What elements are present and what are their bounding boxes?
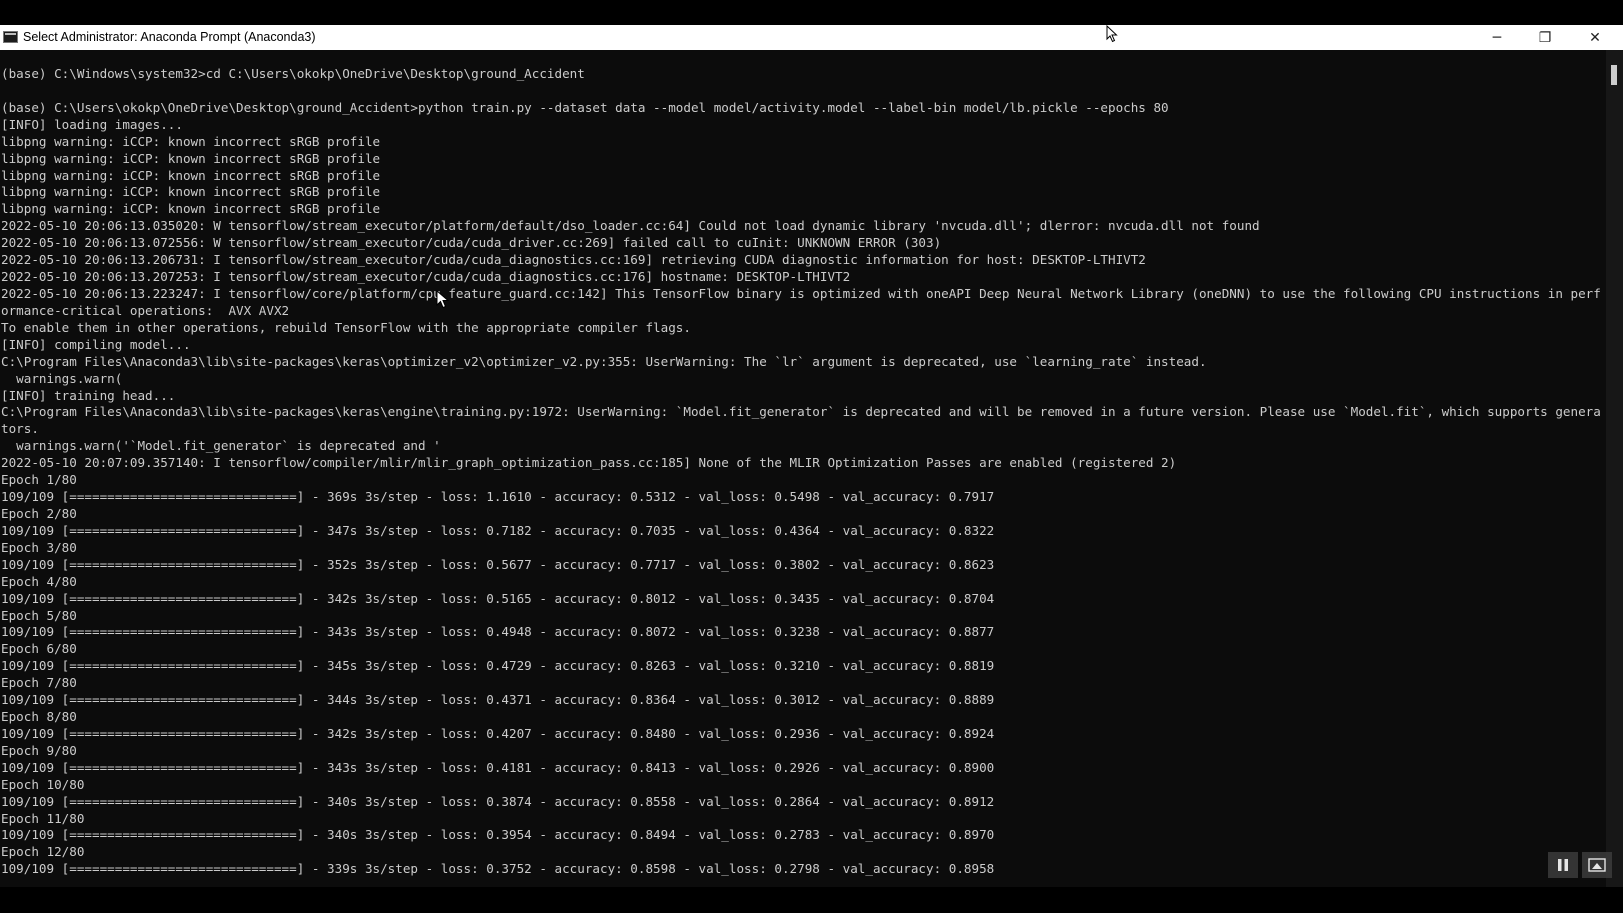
console-line: libpng warning: iCCP: known incorrect sR…	[1, 184, 381, 200]
console-line: 2022-05-10 20:06:13.072556: W tensorflow…	[1, 235, 942, 251]
mouse-cursor-icon	[1106, 25, 1118, 43]
top-letterbox	[0, 0, 1623, 25]
console-line: Epoch 10/80	[1, 776, 85, 792]
console-line: 109/109 [==============================]…	[1, 692, 995, 708]
console-line: Epoch 7/80	[1, 675, 77, 691]
anaconda-prompt-window: Select Administrator: Anaconda Prompt (A…	[0, 25, 1623, 887]
screen-button[interactable]	[1582, 852, 1612, 878]
console-line: 109/109 [==============================]…	[1, 658, 995, 674]
scrollbar-thumb[interactable]	[1611, 65, 1617, 85]
mouse-cursor-icon	[436, 290, 450, 309]
console-line: Epoch 11/80	[1, 810, 85, 826]
console-line: 109/109 [==============================]…	[1, 489, 995, 505]
console-line: 2022-05-10 20:06:13.035020: W tensorflow…	[1, 218, 1260, 234]
console-line: 109/109 [==============================]…	[1, 556, 995, 572]
console-line: Epoch 5/80	[1, 607, 77, 623]
console-line: libpng warning: iCCP: known incorrect sR…	[1, 133, 381, 149]
console-line: 109/109 [==============================]…	[1, 793, 995, 809]
console-line: To enable them in other operations, rebu…	[1, 319, 691, 335]
console-line: Epoch 1/80	[1, 472, 77, 488]
console-line: libpng warning: iCCP: known incorrect sR…	[1, 201, 381, 217]
console-line: [INFO] loading images...	[1, 116, 183, 132]
console-line: 109/109 [==============================]…	[1, 827, 995, 843]
console-line: Epoch 4/80	[1, 573, 77, 589]
vertical-scrollbar[interactable]	[1606, 50, 1623, 887]
console-line: Epoch 2/80	[1, 505, 77, 521]
console-text: (base) C:\Windows\system32>cd C:\Users\o…	[1, 66, 1601, 878]
pause-icon	[1558, 859, 1568, 871]
console-line: (base) C:\Windows\system32>cd C:\Users\o…	[1, 66, 585, 81]
bottom-letterbox	[0, 887, 1623, 913]
console-line: C:\Program Files\Anaconda3\lib\site-pack…	[1, 353, 1207, 369]
console-line: [INFO] training head...	[1, 387, 176, 403]
console-line: 2022-05-10 20:06:13.206731: I tensorflow…	[1, 252, 1146, 268]
console-line: libpng warning: iCCP: known incorrect sR…	[1, 150, 381, 166]
close-button[interactable]: ✕	[1572, 25, 1618, 50]
console-line: (base) C:\Users\okokp\OneDrive\Desktop\g…	[1, 99, 1169, 115]
console-line: Epoch 3/80	[1, 539, 77, 555]
console-line: 2022-05-10 20:06:13.223247: I tensorflow…	[1, 285, 1601, 301]
console-line: Epoch 9/80	[1, 742, 77, 758]
console-line: Epoch 8/80	[1, 709, 77, 725]
console-line: 109/109 [==============================]…	[1, 522, 995, 538]
console-line: tors.	[1, 421, 39, 437]
console-line: 2022-05-10 20:06:13.207253: I tensorflow…	[1, 269, 851, 285]
console-line: warnings.warn(	[1, 370, 123, 386]
console-line: ormance-critical operations: AVX AVX2	[1, 302, 290, 318]
console-line: 109/109 [==============================]…	[1, 759, 995, 775]
console-line: 109/109 [==============================]…	[1, 590, 995, 606]
console-line: Epoch 6/80	[1, 641, 77, 657]
console-line: 109/109 [==============================]…	[1, 624, 995, 640]
console-icon	[3, 31, 18, 43]
pause-button[interactable]	[1548, 852, 1578, 878]
maximize-button[interactable]: ❐	[1522, 25, 1568, 50]
console-line: warnings.warn('`Model.fit_generator` is …	[1, 438, 441, 454]
console-line: 2022-05-10 20:07:09.357140: I tensorflow…	[1, 455, 1177, 471]
console-line: 109/109 [==============================]…	[1, 725, 995, 741]
window-titlebar[interactable]: Select Administrator: Anaconda Prompt (A…	[0, 25, 1623, 50]
console-line: 109/109 [==============================]…	[1, 861, 995, 877]
screen-icon	[1588, 858, 1606, 872]
console-line: libpng warning: iCCP: known incorrect sR…	[1, 167, 381, 183]
console-line: C:\Program Files\Anaconda3\lib\site-pack…	[1, 404, 1601, 420]
console-line: Epoch 12/80	[1, 844, 85, 860]
minimize-button[interactable]: ─	[1474, 25, 1520, 50]
console-output[interactable]: (base) C:\Windows\system32>cd C:\Users\o…	[0, 50, 1606, 887]
console-line: [INFO] compiling model...	[1, 336, 191, 352]
window-title: Select Administrator: Anaconda Prompt (A…	[23, 30, 316, 44]
